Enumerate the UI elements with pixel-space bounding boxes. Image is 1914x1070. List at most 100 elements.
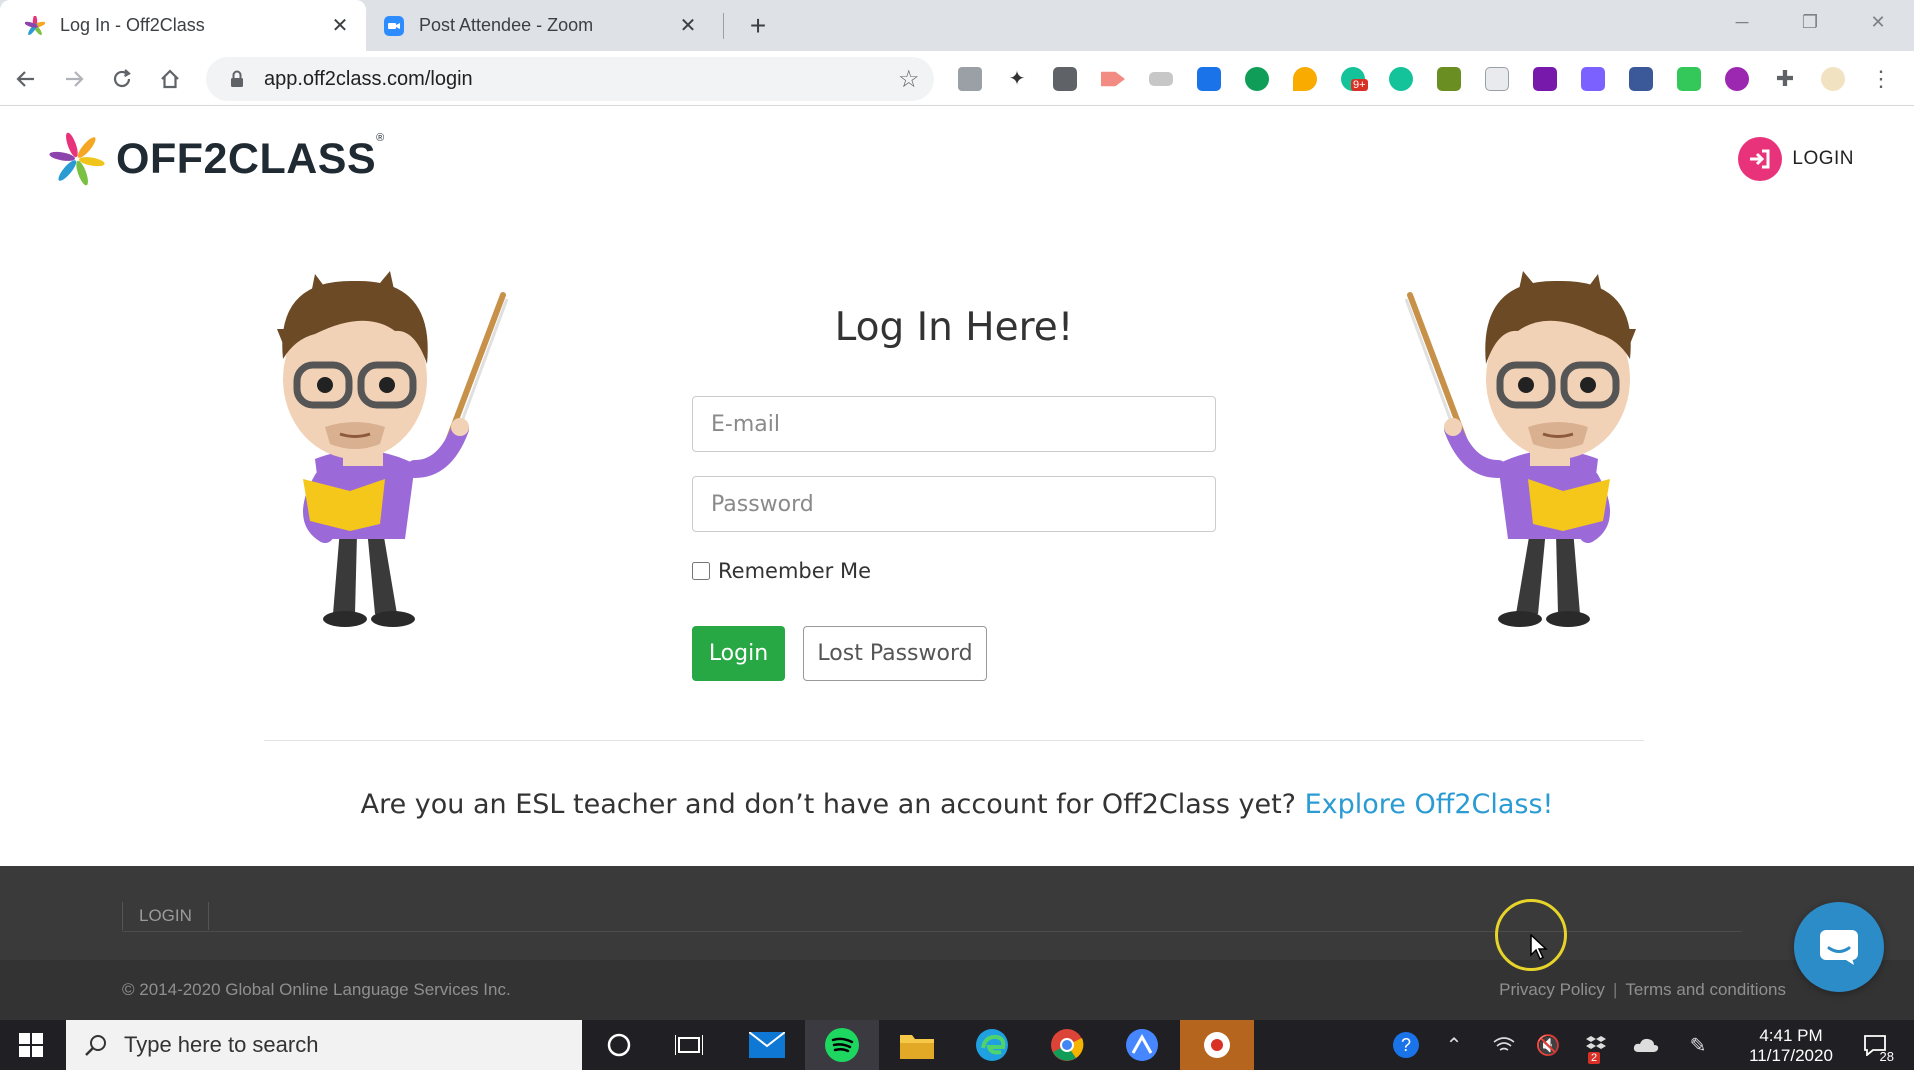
forward-icon[interactable]	[58, 63, 90, 95]
email-field[interactable]	[692, 396, 1216, 452]
pen-icon[interactable]: ✎	[1678, 1020, 1718, 1070]
extension-icon[interactable]	[1149, 72, 1173, 86]
clock-time: 4:41 PM	[1759, 1026, 1823, 1045]
extension-icon[interactable]	[1053, 67, 1077, 91]
taskbar-search-placeholder: Type here to search	[124, 1032, 319, 1057]
extension-grammarly-icon[interactable]: 9+	[1341, 67, 1368, 91]
action-center-icon[interactable]: 28	[1850, 1020, 1900, 1070]
privacy-policy-link[interactable]: Privacy Policy	[1499, 980, 1605, 1000]
clock-date: 11/17/2020	[1749, 1046, 1833, 1065]
terms-link[interactable]: Terms and conditions	[1625, 980, 1786, 1000]
cortana-icon[interactable]	[582, 1020, 656, 1070]
mouse-cursor-icon	[1530, 934, 1548, 960]
vpn-app-icon[interactable]	[1105, 1020, 1179, 1070]
extension-bird-icon[interactable]: ✦	[1005, 67, 1029, 91]
back-icon[interactable]	[10, 63, 42, 95]
chat-launcher-button[interactable]	[1794, 902, 1884, 992]
teacher-mascot-illustration	[1404, 271, 1636, 627]
tab-zoom[interactable]: Post Attendee - Zoom ✕	[369, 0, 714, 51]
extension-icon[interactable]	[958, 67, 982, 91]
off2class-logo[interactable]: OFF2CLASS ®	[44, 128, 384, 190]
footer-login-link[interactable]: LOGIN	[122, 902, 209, 930]
chrome-icon[interactable]	[1030, 1020, 1104, 1070]
restore-icon[interactable]: ❐	[1782, 0, 1838, 44]
signup-promo: Are you an ESL teacher and don’t have an…	[0, 789, 1914, 820]
notification-count: 28	[1879, 1049, 1894, 1064]
logo-text: OFF2CLASS	[116, 134, 377, 183]
teacher-mascot-illustration	[277, 271, 509, 627]
url-text: app.off2class.com/login	[264, 67, 473, 90]
mail-icon[interactable]	[730, 1020, 804, 1070]
copyright-text: © 2014-2020 Global Online Language Servi…	[122, 980, 511, 999]
extension-badge: 9+	[1351, 79, 1368, 91]
file-explorer-icon[interactable]	[880, 1020, 954, 1070]
home-icon[interactable]	[154, 63, 186, 95]
login-button[interactable]: Login	[692, 626, 785, 681]
minimize-icon[interactable]: ─	[1714, 0, 1770, 44]
extension-icon[interactable]	[1677, 67, 1701, 91]
extension-arrow-icon[interactable]	[1101, 71, 1125, 87]
search-icon	[85, 1035, 106, 1056]
tab-separator	[723, 13, 724, 39]
edge-icon[interactable]	[955, 1020, 1029, 1070]
lost-password-button[interactable]: Lost Password	[803, 626, 987, 681]
extension-icon[interactable]	[1725, 67, 1749, 91]
explore-off2class-link[interactable]: Explore Off2Class!	[1305, 789, 1554, 820]
extension-s-icon[interactable]	[1197, 67, 1221, 91]
spotify-icon[interactable]	[805, 1020, 879, 1070]
tab-title: Post Attendee - Zoom	[419, 15, 594, 35]
login-page: Log In Here! Remember Me Login Lost Pass…	[0, 209, 1914, 866]
login-title: Log In Here!	[834, 305, 1074, 350]
header-login-label: LOGIN	[1792, 148, 1854, 169]
extension-icon[interactable]	[1629, 67, 1653, 91]
windows-start-icon[interactable]	[0, 1020, 62, 1070]
new-tab-button[interactable]: +	[742, 10, 774, 42]
extension-pencil-icon[interactable]	[1293, 67, 1317, 91]
extensions-puzzle-icon[interactable]: ✚	[1773, 67, 1797, 91]
zoom-favicon-icon	[383, 15, 405, 37]
lock-icon[interactable]	[226, 68, 248, 90]
reload-icon[interactable]	[106, 63, 138, 95]
browser-menu-icon[interactable]: ⋮	[1869, 67, 1893, 91]
extension-onenote-icon[interactable]	[1533, 67, 1557, 91]
footer-nav-area: LOGIN	[0, 866, 1914, 960]
header-login-button[interactable]: LOGIN	[1738, 137, 1854, 181]
dropbox-icon[interactable]: 2	[1576, 1020, 1616, 1070]
extension-icon[interactable]	[1437, 67, 1461, 91]
show-hidden-icons[interactable]: ⌃	[1434, 1020, 1474, 1070]
browser-tab-bar: Log In - Off2Class ✕ Post Attendee - Zoo…	[0, 0, 1914, 51]
extension-chat-icon[interactable]	[1245, 67, 1269, 91]
svg-text:?: ?	[1401, 1035, 1411, 1055]
help-tray-icon[interactable]: ?	[1386, 1020, 1426, 1070]
password-field[interactable]	[692, 476, 1216, 532]
promo-text: Are you an ESL teacher and don’t have an…	[360, 789, 1296, 820]
recorder-icon[interactable]	[1180, 1020, 1254, 1070]
remember-me[interactable]: Remember Me	[692, 559, 871, 583]
onedrive-icon[interactable]	[1626, 1020, 1666, 1070]
window-close-icon[interactable]: ✕	[1850, 0, 1906, 44]
legal-links: Privacy Policy | Terms and conditions	[1499, 980, 1786, 1000]
extension-icon[interactable]	[1581, 67, 1605, 91]
extension-grammarly-icon[interactable]	[1389, 67, 1413, 91]
divider	[264, 740, 1644, 741]
site-header: OFF2CLASS ® LOGIN	[0, 106, 1914, 209]
close-tab-icon[interactable]: ✕	[674, 12, 702, 40]
address-bar[interactable]: app.off2class.com/login ☆	[206, 57, 934, 101]
tab-title: Log In - Off2Class	[60, 15, 205, 35]
bookmark-star-icon[interactable]: ☆	[898, 65, 934, 94]
extension-doc-icon[interactable]	[1485, 67, 1509, 91]
tab-off2class-login[interactable]: Log In - Off2Class ✕	[0, 0, 366, 51]
close-tab-icon[interactable]: ✕	[326, 12, 354, 40]
volume-muted-icon[interactable]: 🔇	[1528, 1020, 1568, 1070]
task-view-icon[interactable]	[652, 1020, 726, 1070]
registered-mark: ®	[376, 132, 385, 144]
remember-me-checkbox[interactable]	[692, 562, 710, 580]
login-arrow-icon	[1738, 137, 1783, 181]
profile-avatar[interactable]	[1821, 67, 1845, 91]
taskbar-clock[interactable]: 4:41 PM 11/17/2020	[1736, 1026, 1846, 1066]
wifi-icon[interactable]	[1484, 1020, 1524, 1070]
taskbar-search-box[interactable]: Type here to search	[66, 1020, 582, 1070]
legal-separator: |	[1612, 980, 1618, 999]
footer-bottom: © 2014-2020 Global Online Language Servi…	[0, 960, 1914, 1020]
chat-icon	[1820, 930, 1858, 965]
